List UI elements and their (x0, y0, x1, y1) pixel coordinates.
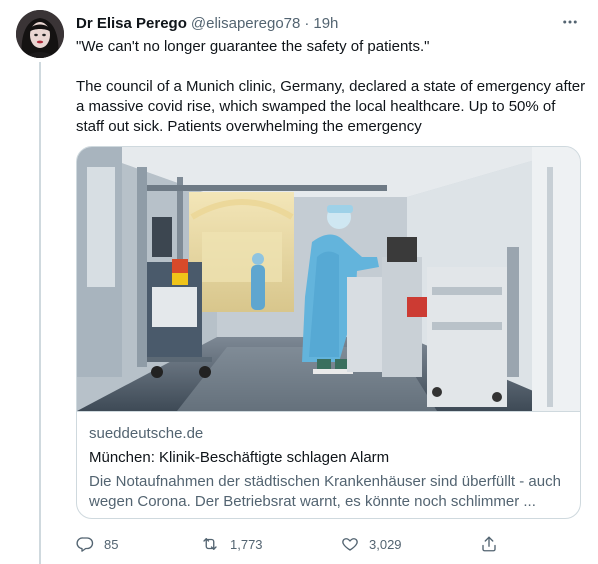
tweet-text: "We can't no longer guarantee the safety… (76, 37, 586, 137)
reply-button[interactable]: 85 (76, 530, 118, 558)
tweet-text-quote: "We can't no longer guarantee the safety… (76, 38, 430, 55)
link-card-title: München: Klinik-Beschäftigte schlagen Al… (89, 449, 390, 466)
share-button[interactable] (480, 530, 498, 558)
share-icon (480, 535, 498, 553)
reply-count: 85 (104, 536, 119, 552)
link-card-description: Die Notaufnahmen der städtischen Kranken… (89, 473, 561, 510)
author-name[interactable]: Dr Elisa Perego (76, 15, 187, 32)
author-handle[interactable]: @elisaperego78 (191, 15, 300, 32)
tweet-text-body: The council of a Munich clinic, Germany,… (76, 78, 586, 135)
reply-icon (76, 535, 94, 553)
link-card-meta: sueddeutsche.de München: Klinik-Beschäft… (89, 424, 569, 512)
tweet-time[interactable]: 19h (313, 15, 338, 32)
like-count: 3,029 (369, 536, 402, 552)
link-card-domain: sueddeutsche.de (89, 425, 204, 442)
link-card-image[interactable] (77, 147, 580, 412)
separator-dot: · (304, 14, 310, 32)
retweet-count: 1,773 (230, 536, 263, 552)
tweet-header: Dr Elisa Perego @elisaperego78 · 19h (76, 12, 582, 34)
link-card[interactable]: sueddeutsche.de München: Klinik-Beschäft… (76, 146, 581, 519)
retweet-button[interactable]: 1,773 (200, 530, 263, 558)
tweet-actions: 85 1,773 3,029 (76, 530, 506, 558)
retweet-icon (200, 535, 220, 553)
tweet[interactable]: Dr Elisa Perego @elisaperego78 · 19h "We… (0, 0, 598, 564)
heart-icon (341, 535, 359, 553)
thread-line (39, 62, 41, 564)
more-horizontal-icon[interactable] (560, 12, 580, 32)
avatar[interactable] (16, 10, 64, 58)
like-button[interactable]: 3,029 (341, 530, 402, 558)
